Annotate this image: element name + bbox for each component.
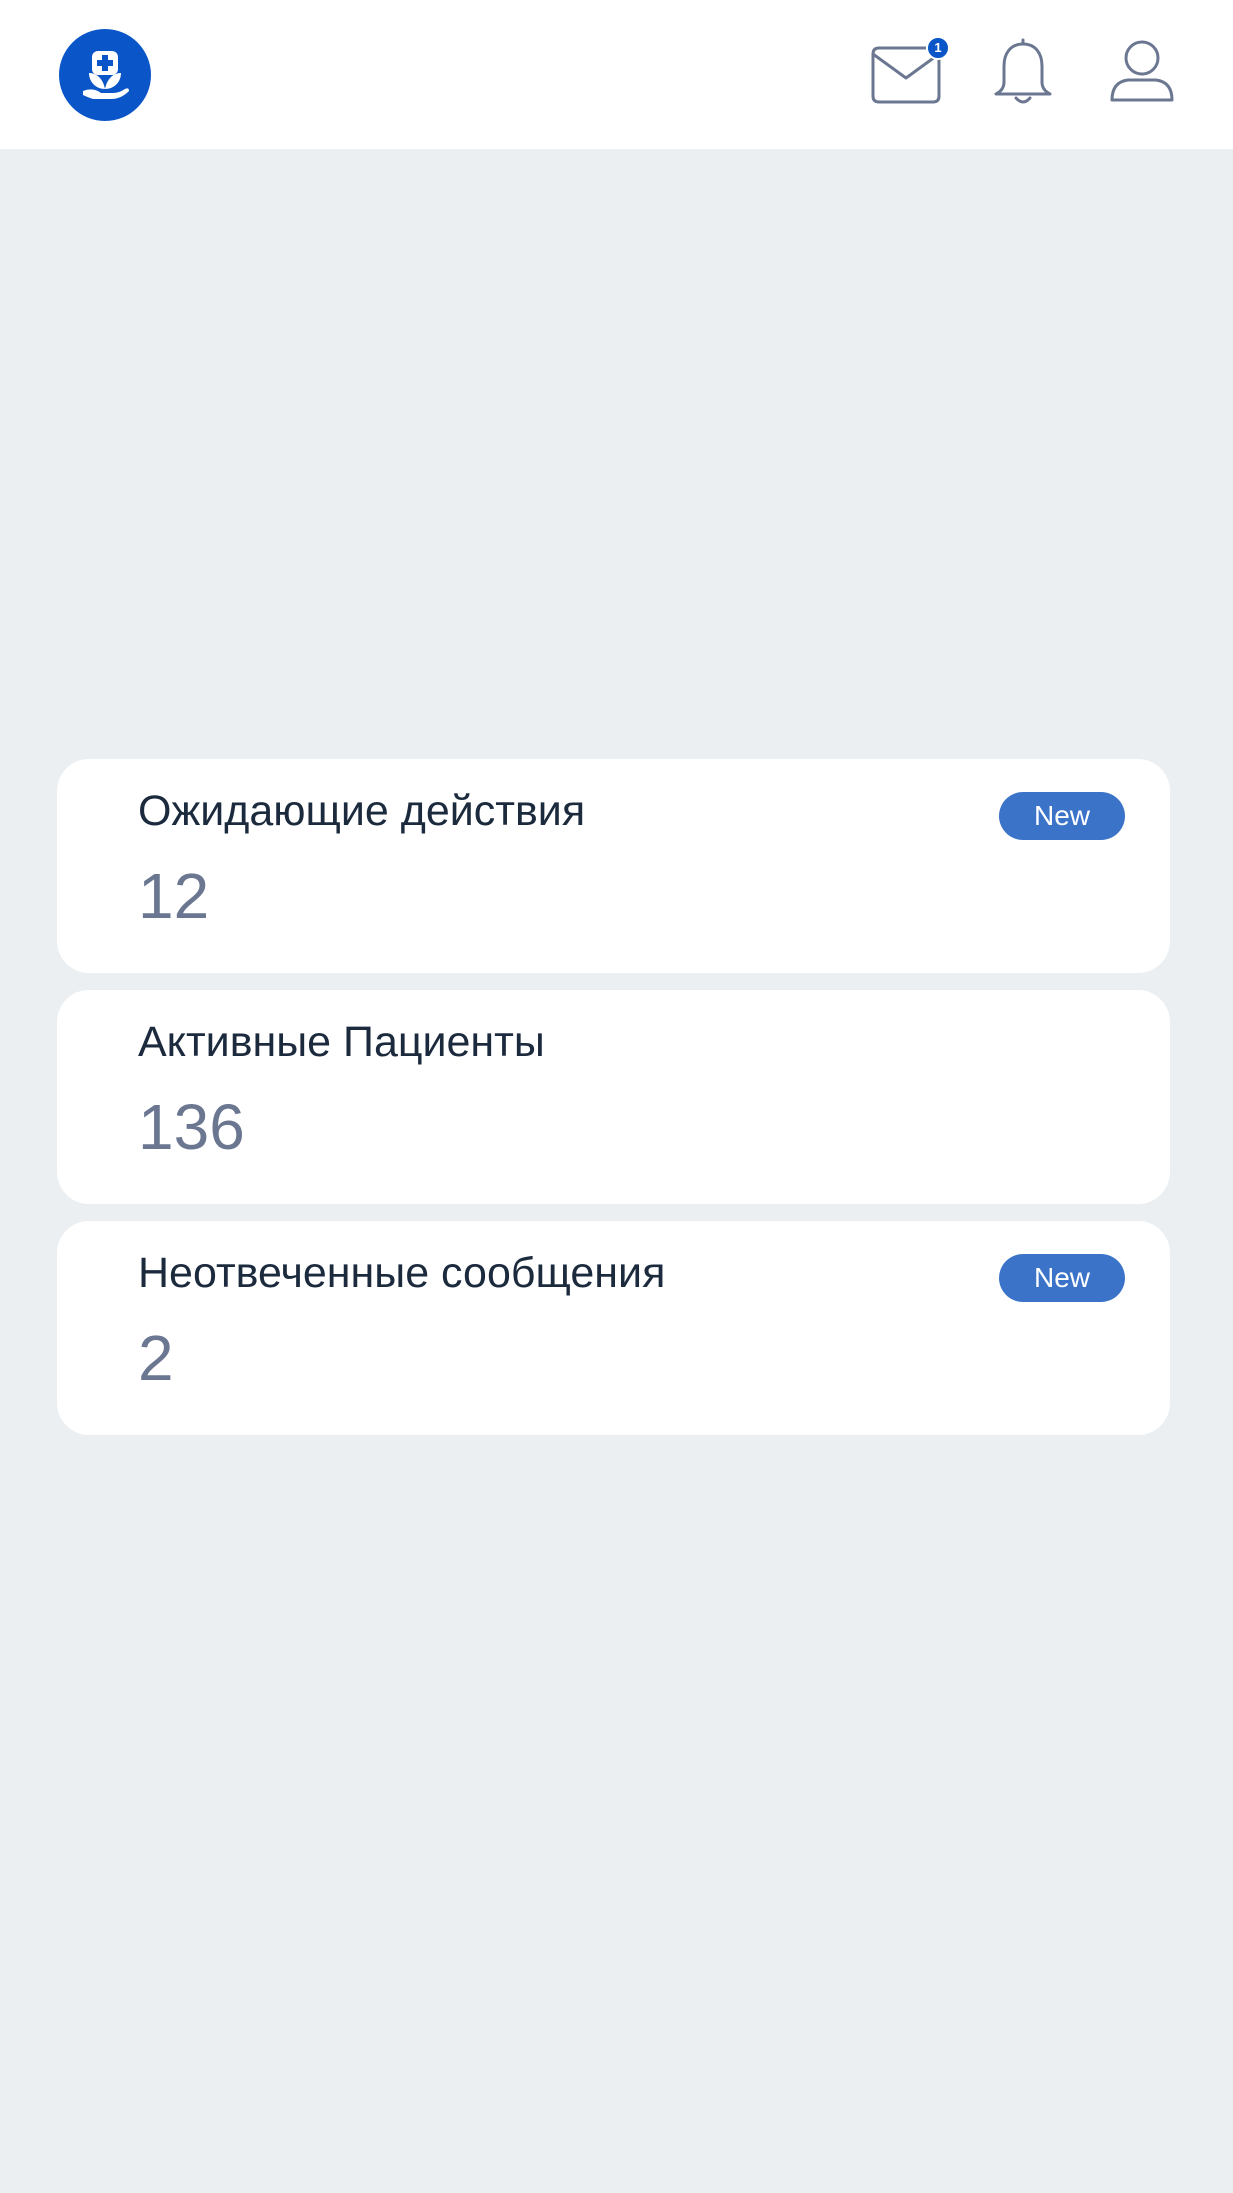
top-header: 1	[0, 0, 1233, 149]
app-logo[interactable]	[59, 29, 151, 121]
card-count: 12	[138, 860, 210, 932]
card-title: Ожидающие действия	[138, 787, 586, 835]
card-title: Активные Пациенты	[138, 1018, 545, 1066]
card-count: 2	[138, 1322, 174, 1394]
medical-hands-logo-icon	[83, 51, 129, 99]
new-badge: New	[999, 1254, 1125, 1302]
active-patients-card[interactable]: Активные Пациенты 136	[57, 990, 1170, 1204]
unanswered-messages-card[interactable]: Неотвеченные сообщения 2 New	[57, 1221, 1170, 1435]
new-badge: New	[999, 792, 1125, 840]
card-title: Неотвеченные сообщения	[138, 1249, 666, 1297]
user-icon[interactable]	[1108, 38, 1176, 104]
bell-icon[interactable]	[992, 36, 1054, 108]
card-count: 136	[138, 1091, 245, 1163]
mail-unread-badge: 1	[926, 36, 950, 60]
pending-actions-card[interactable]: Ожидающие действия 12 New	[57, 759, 1170, 973]
